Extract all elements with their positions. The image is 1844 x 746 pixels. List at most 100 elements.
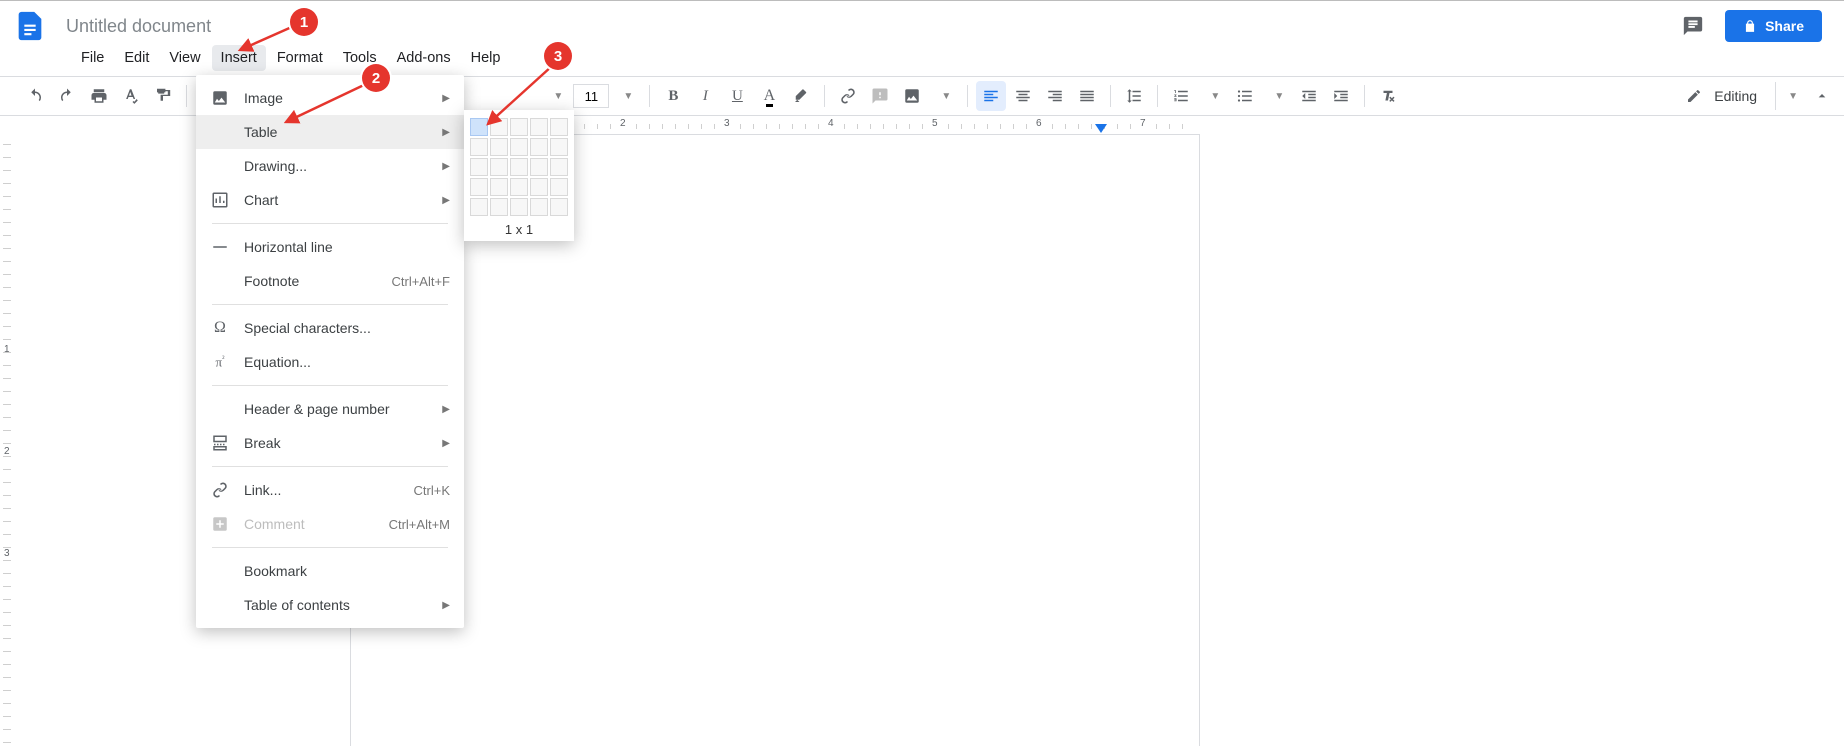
blank-icon bbox=[210, 399, 230, 419]
clear-formatting-button[interactable] bbox=[1373, 81, 1403, 111]
right-margin-marker[interactable] bbox=[1095, 124, 1107, 133]
menu-separator bbox=[212, 223, 448, 224]
table-size-cell[interactable] bbox=[470, 158, 488, 176]
menu-item-chart[interactable]: Chart▶ bbox=[196, 183, 464, 217]
menu-item-drawing[interactable]: Drawing...▶ bbox=[196, 149, 464, 183]
table-size-cell[interactable] bbox=[510, 198, 528, 216]
bold-button[interactable]: B bbox=[658, 81, 688, 111]
table-size-label: 1 x 1 bbox=[505, 222, 533, 237]
insert-link-button[interactable] bbox=[833, 81, 863, 111]
decrease-indent-button[interactable] bbox=[1294, 81, 1324, 111]
table-size-cell[interactable] bbox=[530, 158, 548, 176]
menu-item-break[interactable]: Break ▶ bbox=[196, 426, 464, 460]
menu-item-link[interactable]: Link... Ctrl+K bbox=[196, 473, 464, 507]
document-title[interactable]: Untitled document bbox=[60, 14, 217, 39]
menu-item-footnote[interactable]: FootnoteCtrl+Alt+F bbox=[196, 264, 464, 298]
menu-edit[interactable]: Edit bbox=[115, 45, 158, 71]
submenu-arrow-icon: ▶ bbox=[442, 127, 450, 138]
highlight-button[interactable] bbox=[786, 81, 816, 111]
menu-view[interactable]: View bbox=[160, 45, 209, 71]
open-comments-button[interactable] bbox=[1679, 12, 1707, 40]
align-justify-button[interactable] bbox=[1072, 81, 1102, 111]
table-size-cell[interactable] bbox=[550, 178, 568, 196]
spellcheck-button[interactable] bbox=[116, 81, 146, 111]
line-spacing-button[interactable] bbox=[1119, 81, 1149, 111]
annotation-2: 2 bbox=[362, 64, 390, 92]
menu-item-label: Break bbox=[244, 435, 428, 451]
table-size-cell[interactable] bbox=[530, 198, 548, 216]
menu-separator bbox=[212, 466, 448, 467]
menu-item-table-of-contents[interactable]: Table of contents▶ bbox=[196, 588, 464, 622]
table-size-cell[interactable] bbox=[490, 158, 508, 176]
underline-button[interactable]: U bbox=[722, 81, 752, 111]
ruler-tick: 7 bbox=[1140, 118, 1146, 129]
hide-menus-button[interactable] bbox=[1808, 82, 1836, 110]
redo-button[interactable] bbox=[52, 81, 82, 111]
submenu-arrow-icon: ▶ bbox=[442, 438, 450, 449]
menu-item-label: Horizontal line bbox=[244, 239, 450, 255]
menu-file[interactable]: File bbox=[72, 45, 113, 71]
omega-icon: Ω bbox=[210, 318, 230, 338]
menu-item-label: Bookmark bbox=[244, 563, 450, 579]
text-color-button[interactable]: A bbox=[754, 81, 784, 111]
submenu-arrow-icon: ▶ bbox=[442, 600, 450, 611]
insert-image-button[interactable] bbox=[897, 81, 927, 111]
annotation-arrow-2 bbox=[278, 80, 378, 130]
align-left-button[interactable] bbox=[976, 81, 1006, 111]
submenu-arrow-icon: ▶ bbox=[442, 195, 450, 206]
insert-comment-button[interactable] bbox=[865, 81, 895, 111]
menu-item-comment: CommentCtrl+Alt+M bbox=[196, 507, 464, 541]
menu-item-header-page-number[interactable]: Header & page number ▶ bbox=[196, 392, 464, 426]
blank-icon bbox=[210, 122, 230, 142]
menu-item-label: Footnote bbox=[244, 273, 377, 289]
ruler-tick: 1 bbox=[4, 344, 10, 355]
numbered-list-button[interactable] bbox=[1166, 81, 1196, 111]
align-right-button[interactable] bbox=[1040, 81, 1070, 111]
table-size-cell[interactable] bbox=[510, 178, 528, 196]
numbered-list-dropdown[interactable]: ▼ bbox=[1198, 81, 1228, 111]
undo-button[interactable] bbox=[20, 81, 50, 111]
submenu-arrow-icon: ▶ bbox=[442, 161, 450, 172]
table-size-cell[interactable] bbox=[490, 198, 508, 216]
font-size-dropdown[interactable]: ▼ bbox=[611, 81, 641, 111]
menu-item-special-characters[interactable]: ΩSpecial characters... bbox=[196, 311, 464, 345]
table-size-cell[interactable] bbox=[470, 178, 488, 196]
vertical-ruler[interactable]: 123 bbox=[0, 134, 20, 746]
menu-add-ons[interactable]: Add-ons bbox=[388, 45, 460, 71]
editing-mode-select[interactable]: Editing ▼ bbox=[1678, 78, 1806, 114]
docs-logo[interactable] bbox=[10, 6, 50, 46]
share-label: Share bbox=[1765, 18, 1804, 34]
ruler-tick: 3 bbox=[724, 118, 730, 129]
table-size-cell[interactable] bbox=[530, 178, 548, 196]
menu-item-horizontal-line[interactable]: Horizontal line bbox=[196, 230, 464, 264]
insert-image-dropdown[interactable]: ▼ bbox=[929, 81, 959, 111]
bulleted-list-dropdown[interactable]: ▼ bbox=[1262, 81, 1292, 111]
table-size-cell[interactable] bbox=[550, 158, 568, 176]
ruler-tick: 2 bbox=[620, 118, 626, 129]
blank-icon bbox=[210, 595, 230, 615]
submenu-arrow-icon: ▶ bbox=[442, 404, 450, 415]
menu-item-label: Link... bbox=[244, 482, 400, 498]
italic-button[interactable]: I bbox=[690, 81, 720, 111]
table-size-cell[interactable] bbox=[550, 198, 568, 216]
share-button[interactable]: Share bbox=[1725, 10, 1822, 42]
blank-icon bbox=[210, 271, 230, 291]
menu-item-label: Header & page number bbox=[244, 401, 428, 417]
increase-indent-button[interactable] bbox=[1326, 81, 1356, 111]
bulleted-list-button[interactable] bbox=[1230, 81, 1260, 111]
pi-icon: π² bbox=[210, 352, 230, 372]
paint-format-button[interactable] bbox=[148, 81, 178, 111]
font-size-input[interactable] bbox=[573, 84, 609, 108]
table-size-cell[interactable] bbox=[490, 178, 508, 196]
align-center-button[interactable] bbox=[1008, 81, 1038, 111]
menu-item-accelerator: Ctrl+K bbox=[414, 483, 450, 498]
table-size-cell[interactable] bbox=[510, 158, 528, 176]
chevron-down-icon: ▼ bbox=[1206, 91, 1220, 102]
menu-separator bbox=[212, 385, 448, 386]
table-size-cell[interactable] bbox=[470, 198, 488, 216]
break-icon bbox=[210, 433, 230, 453]
menu-item-bookmark[interactable]: Bookmark bbox=[196, 554, 464, 588]
menu-item-equation[interactable]: π²Equation... bbox=[196, 345, 464, 379]
print-button[interactable] bbox=[84, 81, 114, 111]
pencil-icon bbox=[1686, 88, 1702, 104]
